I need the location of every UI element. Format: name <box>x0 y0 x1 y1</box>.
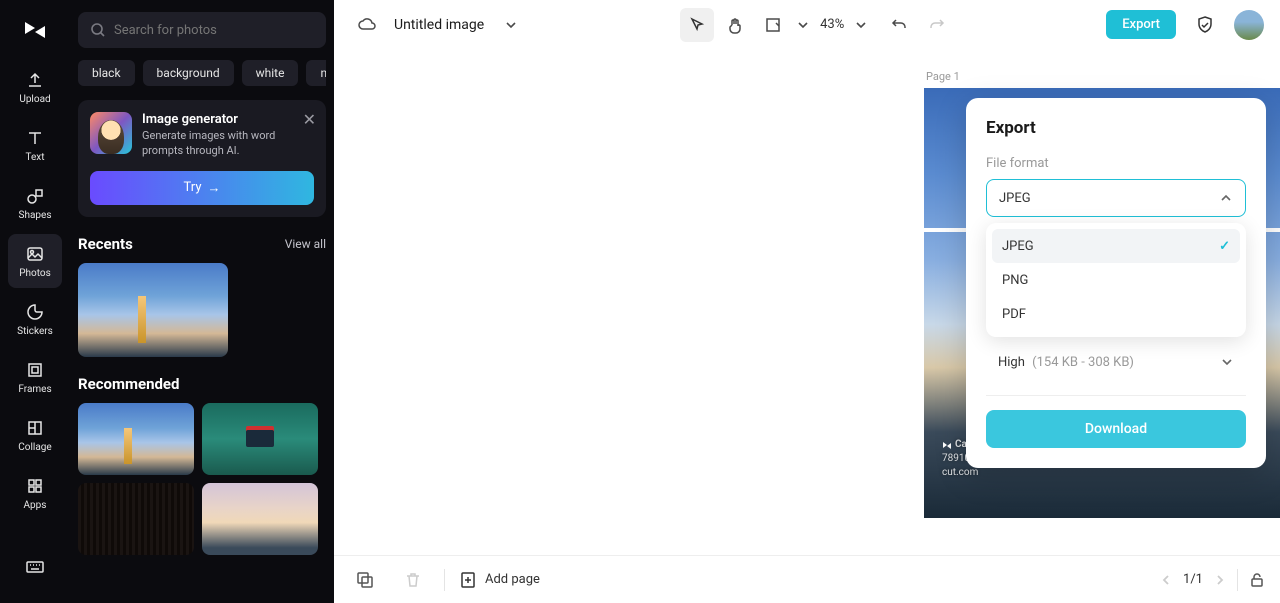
user-avatar[interactable] <box>1234 10 1264 40</box>
app-logo[interactable] <box>17 12 53 48</box>
photos-panel: black background white n ✕ Image generat… <box>70 0 334 603</box>
canvas[interactable]: Page 1 CapCut 78910 cut.com Export File … <box>334 50 1280 555</box>
rail-item-shapes[interactable]: Shapes <box>8 176 62 230</box>
trash-icon[interactable] <box>396 563 430 597</box>
format-option-jpeg[interactable]: JPEG ✓ <box>992 229 1240 263</box>
search-input[interactable] <box>114 23 314 38</box>
rail-label: Text <box>25 152 44 163</box>
export-button[interactable]: Export <box>1106 10 1176 39</box>
chevron-up-icon <box>1219 191 1233 205</box>
crop-chevron-down-icon[interactable] <box>794 8 812 42</box>
shield-icon[interactable] <box>1188 8 1222 42</box>
quality-label: High <box>998 355 1025 370</box>
selected-format: JPEG <box>999 191 1031 206</box>
redo-button[interactable] <box>920 8 954 42</box>
layers-icon[interactable] <box>348 563 382 597</box>
crop-tool[interactable] <box>756 8 790 42</box>
keyboard-icon <box>25 558 45 578</box>
bottombar: Add page 1/1 <box>334 555 1280 603</box>
format-option-pdf[interactable]: PDF <box>992 297 1240 331</box>
quality-select[interactable]: High (154 KB - 308 KB) <box>986 343 1246 381</box>
recommended-thumb[interactable] <box>78 403 194 475</box>
chevron-down-icon <box>1220 355 1234 369</box>
add-page-button[interactable]: Add page <box>459 571 540 589</box>
recents-heading: Recents <box>78 235 133 253</box>
promo-title: Image generator <box>142 112 314 127</box>
editor-area: Untitled image 43% Export Page 1 CapCut … <box>334 0 1280 603</box>
tag-background[interactable]: background <box>143 60 234 86</box>
format-dropdown: JPEG ✓ PNG PDF <box>986 223 1246 337</box>
cloud-sync-icon[interactable] <box>350 8 384 42</box>
promo-card: ✕ Image generator Generate images with w… <box>78 100 326 217</box>
recommended-heading: Recommended <box>78 375 179 393</box>
quality-size: (154 KB - 308 KB) <box>1032 355 1134 370</box>
rail-label: Upload <box>19 94 50 105</box>
export-popover: Export File format JPEG JPEG ✓ PNG PDF <box>966 98 1266 468</box>
tag-more[interactable]: n <box>306 60 326 86</box>
upload-icon <box>25 70 45 90</box>
zoom-value[interactable]: 43% <box>816 17 848 32</box>
rail-item-keyboard[interactable] <box>8 541 62 595</box>
hand-tool[interactable] <box>718 8 752 42</box>
nav-rail: Upload Text Shapes Photos Stickers Frame… <box>0 0 70 603</box>
rail-item-collage[interactable]: Collage <box>8 408 62 462</box>
check-icon: ✓ <box>1219 239 1230 254</box>
undo-button[interactable] <box>882 8 916 42</box>
rail-label: Shapes <box>19 210 52 221</box>
stickers-icon <box>25 302 45 322</box>
tag-row: black background white n <box>78 60 326 86</box>
search-icon <box>90 22 106 38</box>
rail-item-apps[interactable]: Apps <box>8 466 62 520</box>
page-label: Page 1 <box>926 70 960 83</box>
view-all-link[interactable]: View all <box>285 237 326 251</box>
rail-label: Photos <box>19 268 51 279</box>
prev-page-icon[interactable] <box>1159 573 1173 587</box>
rail-item-photos[interactable]: Photos <box>8 234 62 288</box>
add-page-label: Add page <box>485 572 540 587</box>
topbar: Untitled image 43% Export <box>334 0 1280 50</box>
tag-black[interactable]: black <box>78 60 135 86</box>
rail-item-upload[interactable]: Upload <box>8 60 62 114</box>
lock-icon[interactable] <box>1248 571 1266 589</box>
file-format-select[interactable]: JPEG <box>986 179 1246 217</box>
promo-avatar <box>90 112 132 154</box>
popover-title: Export <box>986 118 1246 138</box>
shapes-icon <box>25 186 45 206</box>
rail-label: Apps <box>24 500 47 511</box>
promo-subtitle: Generate images with word prompts throug… <box>142 129 314 159</box>
download-button[interactable]: Download <box>986 410 1246 448</box>
recommended-thumb[interactable] <box>78 483 194 555</box>
rail-item-stickers[interactable]: Stickers <box>8 292 62 346</box>
tag-white[interactable]: white <box>242 60 299 86</box>
rail-label: Collage <box>18 442 51 453</box>
collage-icon <box>25 418 45 438</box>
title-chevron-down-icon[interactable] <box>494 8 528 42</box>
close-icon[interactable]: ✕ <box>303 110 316 129</box>
add-page-icon <box>459 571 477 589</box>
recommended-thumb[interactable] <box>202 403 318 475</box>
rail-item-frames[interactable]: Frames <box>8 350 62 404</box>
zoom-chevron-down-icon[interactable] <box>852 8 870 42</box>
apps-icon <box>25 476 45 496</box>
file-format-label: File format <box>986 156 1246 171</box>
frames-icon <box>25 360 45 380</box>
format-option-png[interactable]: PNG <box>992 263 1240 297</box>
text-icon <box>25 128 45 148</box>
photos-icon <box>25 244 45 264</box>
arrow-right-icon: → <box>207 180 220 196</box>
document-title[interactable]: Untitled image <box>394 17 484 33</box>
recent-thumb[interactable] <box>78 263 228 357</box>
promo-try-button[interactable]: Try → <box>90 171 314 205</box>
search-box[interactable] <box>78 12 326 48</box>
promo-button-label: Try <box>184 180 202 195</box>
recommended-thumb[interactable] <box>202 483 318 555</box>
rail-label: Stickers <box>17 326 53 337</box>
rail-item-text[interactable]: Text <box>8 118 62 172</box>
cursor-tool[interactable] <box>680 8 714 42</box>
rail-label: Frames <box>18 384 51 395</box>
page-counter: 1/1 <box>1183 572 1203 587</box>
next-page-icon[interactable] <box>1213 573 1227 587</box>
